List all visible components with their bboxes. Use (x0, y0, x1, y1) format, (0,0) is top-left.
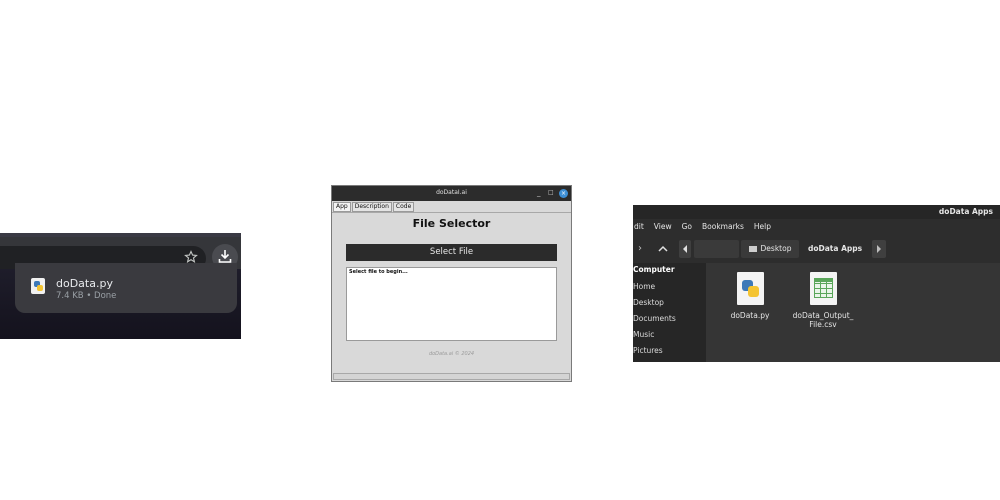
path-spacer (694, 240, 739, 258)
file-manager-window: doData Apps dit View Go Bookmarks Help ›… (633, 205, 1000, 362)
menu-edit[interactable]: dit (634, 222, 644, 234)
chevron-up-icon (658, 245, 668, 252)
path-right-button[interactable] (872, 240, 886, 258)
output-textarea[interactable]: Select file to begin... (346, 267, 557, 341)
footer-credit: doData.ai © 2024 (428, 351, 475, 357)
file-name-line2: File.csv (809, 320, 837, 329)
sidebar-item-pictures[interactable]: Pictures (633, 346, 663, 355)
file-name-line1: doData_Output_ (792, 311, 854, 320)
sidebar-item-home[interactable]: Home (633, 282, 655, 291)
output-text: Select file to begin... (349, 269, 408, 275)
download-item[interactable]: doData.py 7.4 KB • Done (15, 263, 237, 313)
python-file-icon (31, 278, 45, 294)
up-button[interactable] (653, 240, 673, 258)
menu-view[interactable]: View (654, 222, 672, 234)
menu-go[interactable]: Go (682, 222, 692, 234)
caret-right-icon (877, 245, 881, 253)
forward-icon[interactable]: › (633, 239, 647, 259)
file-item[interactable]: doData_Output_ File.csv (790, 272, 856, 329)
file-item[interactable]: doData.py (720, 272, 780, 320)
breadcrumb-current[interactable]: doData Apps (808, 240, 862, 258)
navigation-bar: › Desktop doData Apps (633, 239, 1000, 259)
select-file-button[interactable]: Select File (346, 244, 557, 261)
app-window: doDataI.ai _ □ × App Description Code Fi… (331, 185, 572, 382)
sidebar-heading: Computer (633, 265, 675, 274)
window-titlebar[interactable]: doDataI.ai _ □ × (332, 186, 571, 201)
menu-bar: dit View Go Bookmarks Help (633, 222, 781, 234)
divider (332, 212, 571, 213)
close-button[interactable]: × (559, 189, 568, 198)
file-name: doData.py (730, 311, 770, 320)
window-title: doDataI.ai (436, 189, 467, 196)
page-title: File Selector (412, 217, 491, 230)
sidebar-item-desktop[interactable]: Desktop (633, 298, 664, 307)
sidebar-item-documents[interactable]: Documents (633, 314, 676, 323)
caret-left-icon (683, 245, 687, 253)
file-view[interactable]: doData.py doData_Output_ File.csv (706, 263, 1000, 362)
download-filename[interactable]: doData.py (56, 277, 113, 290)
folder-icon (748, 246, 757, 252)
download-icon (218, 250, 232, 263)
tab-description[interactable]: Description (351, 202, 392, 212)
tab-bar: App Description Code (333, 202, 415, 212)
menu-help[interactable]: Help (754, 222, 771, 234)
breadcrumb-desktop[interactable]: Desktop (741, 240, 799, 258)
tab-code[interactable]: Code (392, 202, 415, 212)
python-file-icon (736, 272, 764, 305)
path-left-button[interactable] (679, 240, 691, 258)
download-status: 7.4 KB • Done (56, 291, 117, 301)
spreadsheet-file-icon (809, 272, 837, 305)
window-title: doData Apps (938, 207, 993, 216)
menu-bookmarks[interactable]: Bookmarks (702, 222, 744, 234)
browser-window: doData.py 7.4 KB • Done (0, 233, 241, 339)
sidebar-item-music[interactable]: Music (633, 330, 654, 339)
minimize-button[interactable]: _ (537, 188, 541, 198)
window-titlebar[interactable]: doData Apps (633, 205, 1000, 219)
sidebar: Computer Home Desktop Documents Music Pi… (633, 263, 706, 362)
horizontal-scrollbar[interactable] (333, 373, 570, 380)
maximize-button[interactable]: □ (548, 188, 554, 198)
tab-app[interactable]: App (333, 202, 351, 212)
